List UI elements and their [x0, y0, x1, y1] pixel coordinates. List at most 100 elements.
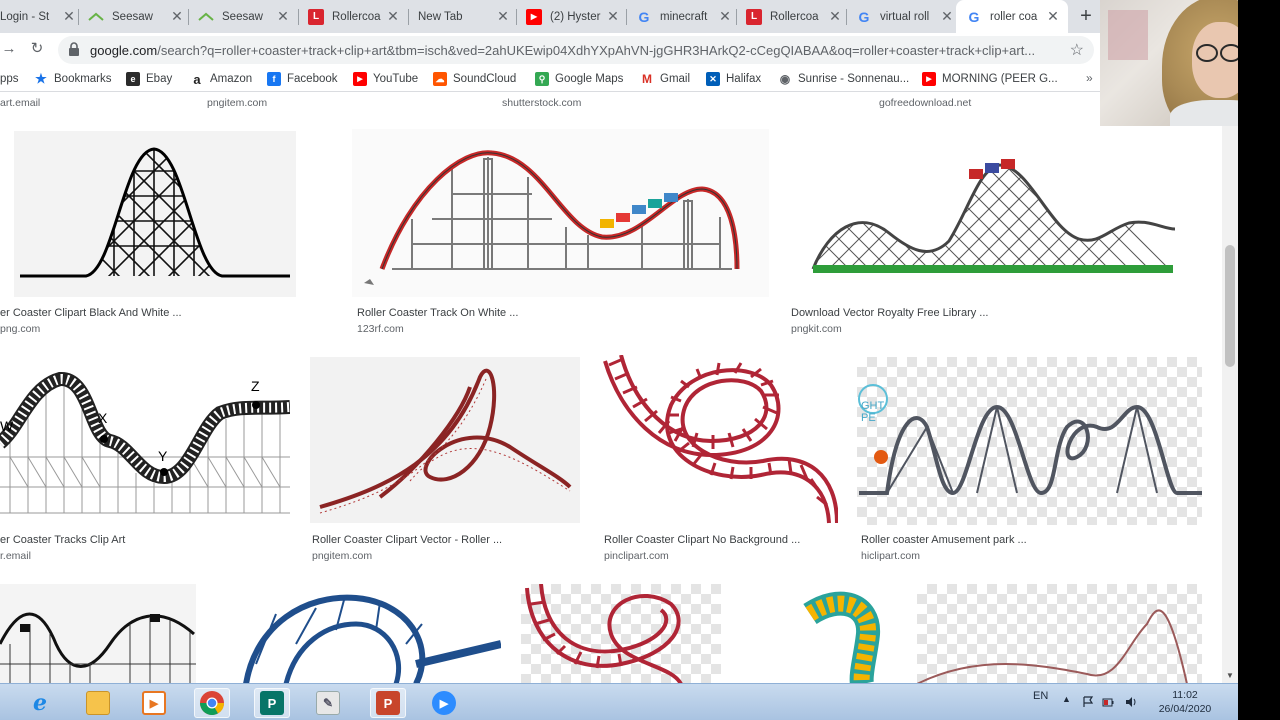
chevron-right-double-icon[interactable]: »	[1086, 71, 1093, 85]
close-icon[interactable]: ✕	[170, 8, 184, 25]
tab-rollercoaster-2[interactable]: L Rollercoa ✕	[746, 0, 842, 33]
close-icon[interactable]: ✕	[606, 8, 620, 25]
bookmark-ebay[interactable]: e Ebay	[126, 70, 172, 88]
close-icon[interactable]: ✕	[828, 8, 842, 25]
tab-youtube[interactable]: ▶ (2) Hyster ✕	[526, 0, 620, 33]
tab-strip: Login - St ✕ Seesaw ✕ Seesaw ✕ L Rollerc…	[0, 0, 1100, 33]
result-title[interactable]: Roller Coaster Clipart No Background ...	[604, 534, 844, 546]
bookmark-morning[interactable]: ▶ MORNING (PEER G...	[922, 70, 1058, 88]
result-thumbnail[interactable]	[14, 131, 296, 297]
amazon-icon: a	[190, 72, 204, 87]
vertical-scrollbar[interactable]: ▼	[1222, 93, 1238, 683]
tab-minecraft[interactable]: G minecraft ✕	[636, 0, 732, 33]
bookmark-halifax[interactable]: ✕ Halifax	[706, 70, 761, 88]
result-thumbnail[interactable]	[601, 355, 838, 525]
publisher-icon: P	[260, 691, 284, 715]
bookmark-soundcloud[interactable]: ☁ SoundCloud	[433, 70, 516, 88]
result-thumbnail[interactable]	[789, 129, 1203, 295]
language-indicator[interactable]: EN	[1033, 690, 1048, 702]
result-title[interactable]: er Coaster Tracks Clip Art	[0, 534, 290, 546]
taskbar-publisher[interactable]: P	[254, 688, 290, 718]
result-thumbnail[interactable]	[216, 584, 501, 683]
explorer-folder-icon	[86, 691, 110, 715]
facebook-icon: f	[267, 72, 281, 86]
close-icon[interactable]: ✕	[940, 8, 954, 25]
globe-icon: ◉	[778, 72, 792, 86]
result-title[interactable]: Roller Coaster Track On White ...	[357, 307, 757, 319]
taskbar-media-player[interactable]: ▶	[136, 688, 172, 718]
taskbar-notepad[interactable]: ✎	[310, 688, 346, 718]
result-site: pngkit.com	[791, 323, 842, 335]
bookmark-amazon[interactable]: a Amazon	[190, 70, 252, 88]
close-icon[interactable]: ✕	[1046, 8, 1060, 25]
battery-icon[interactable]	[1102, 696, 1114, 708]
result-title[interactable]: Download Vector Royalty Free Library ...	[791, 307, 1191, 319]
gmail-icon: M	[640, 72, 654, 86]
system-clock[interactable]: 11:02 26/04/2020	[1152, 688, 1218, 716]
taskbar-internet-explorer[interactable]: e	[22, 688, 58, 718]
volume-icon[interactable]	[1125, 696, 1137, 708]
close-icon[interactable]: ✕	[718, 8, 732, 25]
blue-loop-image	[243, 594, 501, 683]
result-thumbnail[interactable]	[521, 584, 721, 683]
result-thumbnail[interactable]	[740, 584, 898, 683]
tab-virtual-roller[interactable]: G virtual roll ✕	[856, 0, 954, 33]
result-title[interactable]: er Coaster Clipart Black And White ...	[0, 307, 300, 319]
result-site: shutterstock.com	[502, 97, 582, 109]
new-tab-plus-icon[interactable]: +	[1076, 6, 1096, 26]
address-bar[interactable]: google.com/search?q=roller+coaster+track…	[58, 36, 1094, 64]
close-icon[interactable]: ✕	[496, 8, 510, 25]
taskbar-file-explorer[interactable]	[80, 688, 116, 718]
taskbar-zoom[interactable]: ▶	[426, 688, 462, 718]
tab-rollercoaster-1[interactable]: L Rollercoa ✕	[308, 0, 400, 33]
bookmark-google-maps[interactable]: ⚲ Google Maps	[535, 70, 623, 88]
tab-seesaw-1[interactable]: Seesaw ✕	[88, 0, 184, 33]
close-icon[interactable]: ✕	[386, 8, 400, 25]
result-thumbnail[interactable]	[917, 584, 1202, 683]
taskbar-powerpoint[interactable]: P	[370, 688, 406, 718]
result-thumbnail[interactable]: W X Y Z	[0, 357, 290, 525]
result-thumbnail[interactable]	[310, 357, 580, 523]
browser-toolbar: → ↻ google.com/search?q=roller+coaster+t…	[0, 33, 1100, 65]
bookmark-apps[interactable]: pps	[0, 70, 19, 88]
result-title[interactable]: Roller coaster Amusement park ...	[861, 534, 1201, 546]
seesaw-icon	[198, 9, 214, 25]
bookmark-label: SoundCloud	[453, 73, 517, 85]
result-thumbnail[interactable]	[352, 129, 769, 297]
bookmark-gmail[interactable]: M Gmail	[640, 70, 690, 88]
tab-roller-coaster-active[interactable]: G roller coa ✕	[956, 0, 1068, 33]
result-site: hiclipart.com	[861, 550, 920, 562]
close-icon[interactable]: ✕	[62, 8, 76, 25]
bookmark-label: Facebook	[287, 73, 338, 85]
chrome-icon	[200, 691, 224, 716]
taskbar-chrome[interactable]	[194, 688, 230, 718]
bookmark-bookmarks[interactable]: ★ Bookmarks	[34, 70, 111, 88]
tab-new-tab[interactable]: New Tab ✕	[418, 0, 510, 33]
media-player-icon: ▶	[142, 691, 166, 715]
lock-icon	[69, 42, 79, 56]
thin-track-image	[917, 609, 1188, 683]
result-site: pngitem.com	[207, 97, 268, 109]
maps-pin-icon: ⚲	[535, 72, 549, 86]
action-center-flag-icon[interactable]	[1082, 696, 1094, 708]
red-loop-partial-image	[525, 584, 683, 683]
tab-seesaw-2[interactable]: Seesaw ✕	[198, 0, 290, 33]
point-label-z: Z	[251, 378, 260, 394]
result-thumbnail[interactable]: GHT PE	[857, 357, 1202, 525]
result-title[interactable]: Roller Coaster Clipart Vector - Roller .…	[312, 534, 582, 546]
back-arrow-icon[interactable]: →	[0, 40, 18, 58]
result-thumbnail[interactable]	[0, 584, 196, 683]
tab-login[interactable]: Login - St ✕	[0, 0, 76, 33]
show-hidden-icons-icon[interactable]: ▲	[1062, 694, 1071, 704]
bookmark-sunrise[interactable]: ◉ Sunrise - Sonnenau...	[778, 70, 909, 88]
bookmark-facebook[interactable]: f Facebook	[267, 70, 338, 88]
ebay-icon: e	[126, 72, 140, 86]
scrollbar-thumb[interactable]	[1225, 245, 1235, 367]
reload-icon[interactable]: ↻	[28, 40, 46, 58]
red-lattice-image	[319, 368, 572, 514]
bookmark-youtube[interactable]: ▶ YouTube	[353, 70, 418, 88]
tab-label: roller coa	[990, 10, 1038, 23]
close-icon[interactable]: ✕	[276, 8, 290, 25]
scroll-down-arrow-icon[interactable]: ▼	[1226, 671, 1234, 680]
bookmark-star-icon[interactable]: ☆	[1070, 40, 1084, 60]
